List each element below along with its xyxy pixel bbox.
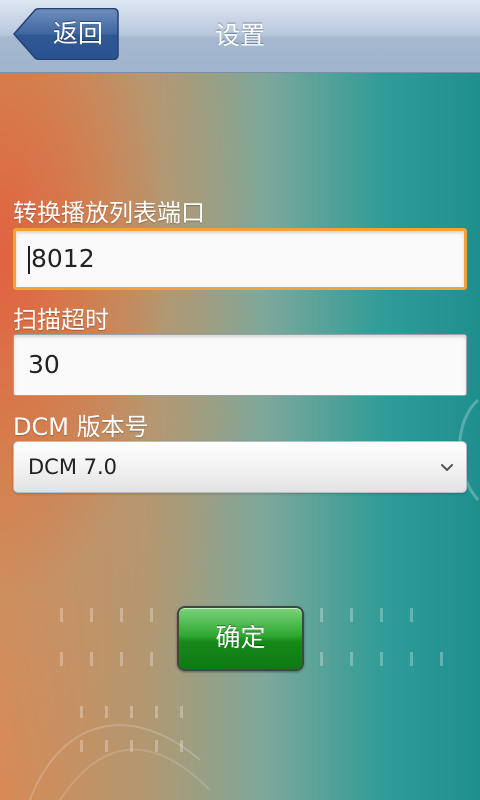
page-title: 设置 [214,21,265,50]
port-input[interactable]: 8012 [13,228,467,290]
top-navigation-bar: 返回 设置 [0,0,480,73]
background-decoration [29,398,480,800]
dcm-version-selected: DCM 7.0 [28,455,118,479]
text-cursor [28,246,30,274]
timeout-input-value: 30 [28,350,60,379]
dcm-version-select[interactable]: DCM 7.0 [13,441,467,493]
timeout-input[interactable]: 30 [13,334,467,396]
chevron-down-icon [441,464,453,471]
confirm-button[interactable]: 确定 [177,606,304,671]
timeout-label: 扫描超时 [13,306,109,334]
settings-screen: 返回 设置 转换播放列表端口 8012 扫描超时 30 DCM 版本号 DCM … [0,0,480,800]
back-button-label: 返回 [52,19,103,48]
dcm-version-label: DCM 版本号 [13,413,149,441]
port-input-value: 8012 [31,244,95,273]
port-label: 转换播放列表端口 [13,199,205,227]
back-button[interactable]: 返回 [13,8,119,60]
